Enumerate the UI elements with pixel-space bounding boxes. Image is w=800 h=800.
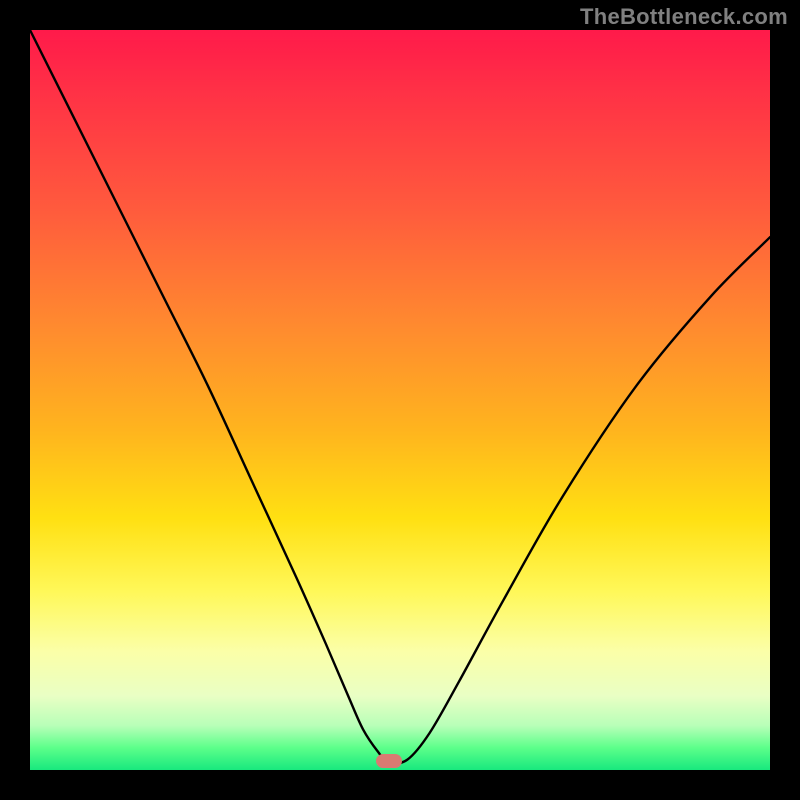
bottleneck-curve bbox=[30, 30, 770, 770]
watermark-label: TheBottleneck.com bbox=[580, 4, 788, 30]
chart-frame: TheBottleneck.com bbox=[0, 0, 800, 800]
plot-area bbox=[30, 30, 770, 770]
optimal-point-marker bbox=[376, 754, 402, 768]
